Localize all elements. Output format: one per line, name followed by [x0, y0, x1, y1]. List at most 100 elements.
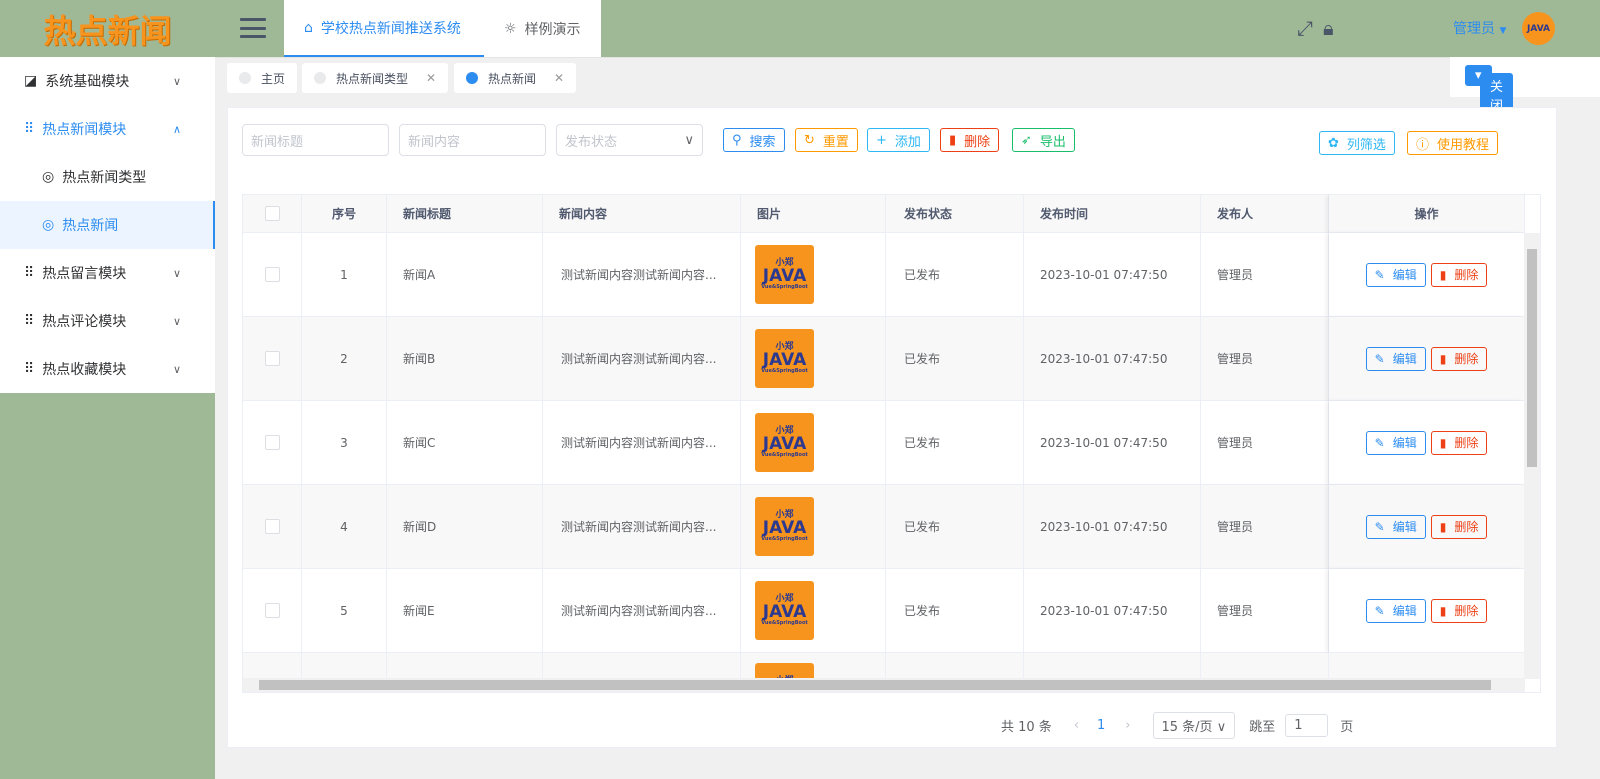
tags-bar: 主页 热点新闻类型 ✕ 热点新闻 ✕: [215, 57, 1600, 97]
column-filter-button[interactable]: ✿ 列筛选: [1319, 131, 1395, 155]
goto-input[interactable]: 1: [1285, 714, 1329, 737]
header-content: 新闻内容: [543, 195, 741, 233]
row-delete-button[interactable]: ▮ 删除: [1430, 598, 1488, 623]
row-delete-button[interactable]: ▮ 删除: [1430, 514, 1488, 539]
sidebar-item-comments[interactable]: ⠿ 热点评论模块 ∨: [0, 297, 215, 345]
table-row: 4 新闻D 测试新闻内容测试新闻内容... 小郑 JAVA Vue&SpringBo…: [243, 485, 1525, 569]
row-checkbox[interactable]: [264, 267, 280, 282]
content-input[interactable]: 新闻内容: [399, 124, 546, 156]
cell-content: 测试新闻内容测试新闻内容...: [543, 485, 741, 569]
grid-icon: ⠿: [24, 313, 35, 329]
export-button[interactable]: ➶ 导出: [1012, 128, 1075, 152]
dot-icon: [466, 72, 478, 84]
header-image: 图片: [741, 195, 886, 233]
grid-icon: ⠿: [24, 265, 35, 281]
fullscreen-icon[interactable]: ⤢: [1297, 16, 1313, 40]
cell-title: 新闻E: [387, 569, 543, 653]
row-checkbox[interactable]: [264, 519, 280, 534]
cell-content: 测试新闻内容测试新闻内容...: [543, 569, 741, 653]
prev-page-icon[interactable]: ‹: [1074, 718, 1079, 733]
lock-icon[interactable]: 🔒︎: [1323, 16, 1334, 40]
tutorial-button[interactable]: ⓘ 使用教程: [1407, 131, 1499, 155]
cell-title: 新闻A: [387, 233, 543, 317]
user-dropdown[interactable]: 管理员 ▼: [1453, 18, 1506, 38]
row-delete-button[interactable]: ▮ 删除: [1430, 346, 1488, 371]
edit-button[interactable]: ✎ 编辑: [1365, 598, 1426, 623]
edit-button[interactable]: ✎ 编辑: [1365, 346, 1426, 371]
sidebar-item-messages[interactable]: ⠿ 热点留言模块 ∨: [0, 249, 215, 297]
reset-button[interactable]: ↻ 重置: [795, 128, 858, 152]
cell-publisher: 管理员: [1201, 569, 1329, 653]
row-checkbox[interactable]: [264, 435, 280, 450]
avatar[interactable]: JAVA: [1522, 12, 1555, 45]
close-menu-button[interactable]: 关闭菜单 ▾: [1465, 65, 1514, 155]
chevron-down-icon: ∨: [172, 362, 181, 376]
cell-publisher: 管理员: [1201, 401, 1329, 485]
trash-icon: ▮: [1439, 519, 1447, 534]
edit-icon: ✎: [1374, 351, 1385, 366]
news-image[interactable]: 小郑JAVAVue&SpringBoot: [755, 329, 814, 388]
nav-tab-home[interactable]: ⌂ 学校热点新闻推送系统: [284, 0, 484, 57]
next-page-icon[interactable]: ›: [1125, 718, 1130, 733]
vertical-scrollbar[interactable]: [1524, 233, 1540, 679]
dot-icon: [239, 72, 251, 84]
row-delete-button[interactable]: ▮ 删除: [1430, 262, 1488, 287]
row-delete-button[interactable]: ▮ 删除: [1430, 430, 1488, 455]
select-all-checkbox[interactable]: [264, 206, 280, 221]
news-image[interactable]: 小郑JAVAVue&SpringBoot: [755, 497, 814, 556]
tag-home[interactable]: 主页: [227, 63, 298, 93]
row-checkbox[interactable]: [264, 603, 280, 618]
news-image[interactable]: 小郑JAVAVue&SpringBoot: [755, 413, 814, 472]
page-1[interactable]: 1: [1097, 718, 1105, 733]
cell-time: 2023-10-01 07:47:50: [1024, 401, 1201, 485]
page-size-select[interactable]: 15 条/页 ∨: [1152, 712, 1236, 739]
cell-status: 已发布: [886, 485, 1024, 569]
sidebar-item-system[interactable]: ◪ 系统基础模块 ∨: [0, 57, 215, 105]
close-icon[interactable]: ✕: [426, 71, 436, 85]
cell-content: 测试新闻内容测试新闻内容...: [543, 401, 741, 485]
sidebar-item-news[interactable]: ⠿ 热点新闻模块 ∧: [0, 105, 215, 153]
help-icon: ⓘ: [1416, 137, 1430, 153]
sidebar-item-favorites[interactable]: ⠿ 热点收藏模块 ∨: [0, 345, 215, 393]
row-checkbox[interactable]: [264, 351, 280, 366]
trash-icon: ▮: [1439, 351, 1447, 366]
cell-status: 已发布: [886, 401, 1024, 485]
sidebar-item-news-list[interactable]: ◎ 热点新闻: [0, 201, 215, 249]
header-index: 序号: [302, 195, 387, 233]
horizontal-scrollbar[interactable]: [243, 678, 1525, 692]
trash-icon: ▮: [1439, 267, 1447, 282]
nav-tab-demo[interactable]: ☼ 样例演示: [484, 0, 601, 57]
news-image[interactable]: 小郑JAVAVue&SpringBoot: [755, 245, 814, 304]
sidebar-item-news-type[interactable]: ◎ 热点新闻类型: [0, 153, 215, 201]
tag-news[interactable]: 热点新闻 ✕: [454, 63, 577, 93]
menu-toggle-icon[interactable]: [240, 18, 266, 38]
tag-news-type[interactable]: 热点新闻类型 ✕: [302, 63, 449, 93]
edit-button[interactable]: ✎ 编辑: [1365, 430, 1426, 455]
delete-button[interactable]: ▮ 删除: [940, 128, 1000, 152]
top-header: 热点新闻 ⌂ 学校热点新闻推送系统 ☼ 样例演示 ⤢ 🔒︎ 管理员 ▼ JAVA: [0, 0, 1600, 57]
edit-button[interactable]: ✎ 编辑: [1365, 514, 1426, 539]
news-image[interactable]: 小郑JAVAVue&SpringBoot: [755, 581, 814, 640]
cell-status: 已发布: [886, 233, 1024, 317]
close-icon[interactable]: ✕: [554, 71, 564, 85]
cell-title: 新闻D: [387, 485, 543, 569]
cell-title: 新闻B: [387, 317, 543, 401]
edit-button[interactable]: ✎ 编辑: [1365, 262, 1426, 287]
table-row: 3 新闻C 测试新闻内容测试新闻内容... 小郑 JAVA Vue&SpringBo…: [243, 401, 1525, 485]
edit-icon: ✎: [1374, 603, 1385, 618]
page-suffix: 页: [1340, 720, 1354, 735]
table-row: 2 新闻B 测试新闻内容测试新闻内容... 小郑 JAVA Vue&SpringBo…: [243, 317, 1525, 401]
search-button[interactable]: ⚲ 搜索: [723, 128, 785, 152]
pagination: 共 10 条 ‹ 1 › 15 条/页 ∨ 跳至 1 页: [1001, 712, 1353, 739]
cell-index: 1: [302, 233, 387, 317]
home-icon: ⌂: [304, 19, 313, 36]
edit-icon: ✎: [1374, 435, 1385, 450]
cell-time: 2023-10-01 07:47:50: [1024, 233, 1201, 317]
title-input[interactable]: 新闻标题: [242, 124, 389, 156]
cell-status: 已发布: [886, 317, 1024, 401]
add-button[interactable]: + 添加: [867, 128, 930, 152]
cell-index: 3: [302, 401, 387, 485]
table-header: 序号 新闻标题 新闻内容 图片 发布状态 发布时间 发布人 操作: [243, 195, 1525, 233]
sidebar: ◪ 系统基础模块 ∨ ⠿ 热点新闻模块 ∧ ◎ 热点新闻类型 ◎ 热点新闻 ⠿ 热点留言模块 ∨…: [0, 57, 215, 779]
status-select[interactable]: 发布状态 ∨: [556, 124, 703, 156]
